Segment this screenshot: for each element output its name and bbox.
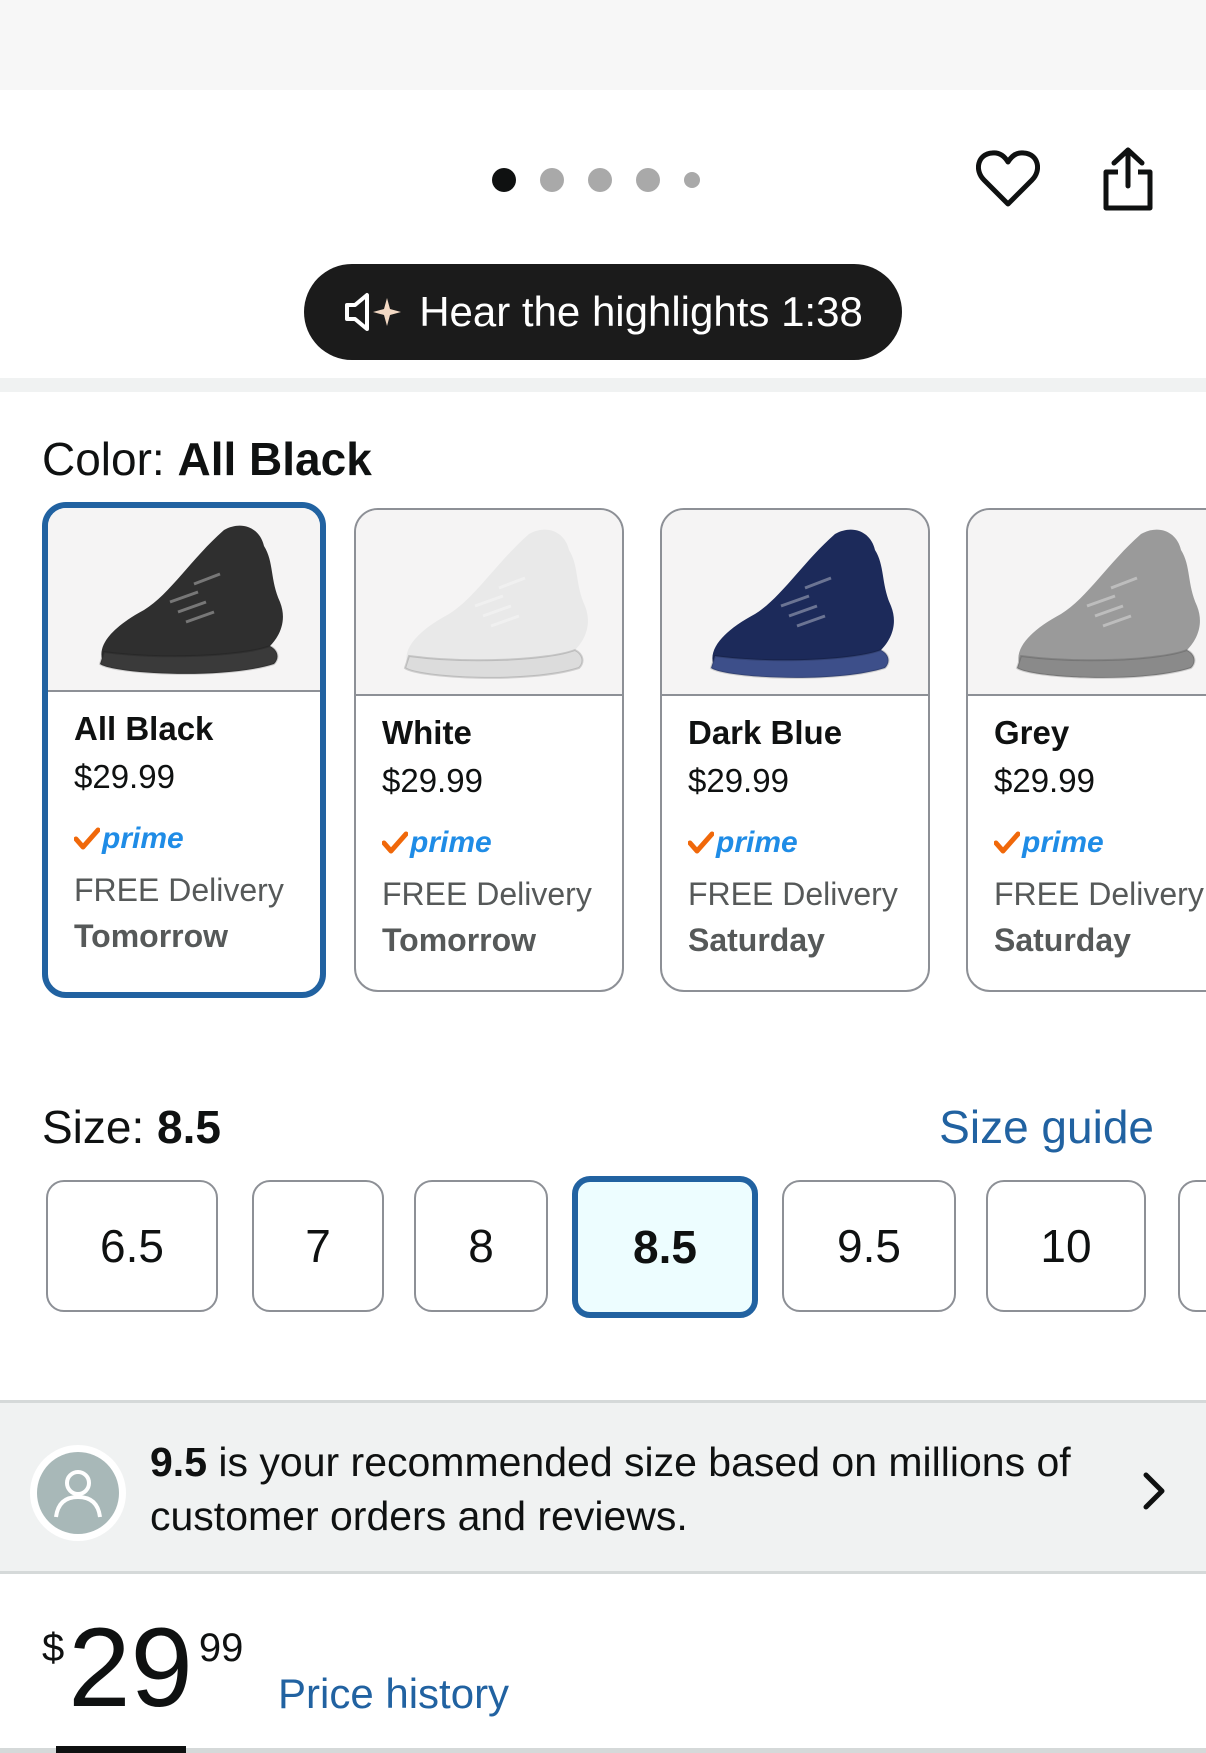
swatch-details: Grey $29.99 prime FREE Delivery Saturday (968, 696, 1206, 959)
shoe-image (48, 508, 320, 692)
selected-size-value: 8.5 (157, 1101, 221, 1153)
swatch-color-name: All Black (74, 710, 214, 747)
swatch-delivery: FREE Delivery (74, 872, 284, 908)
shoe-image (968, 510, 1206, 696)
top-bar (0, 0, 1206, 90)
size-option-8-5[interactable]: 8.5 (572, 1176, 758, 1318)
price-currency-symbol: $ (42, 1626, 65, 1670)
prime-badge: prime (994, 816, 1206, 870)
size-option-7[interactable]: 7 (252, 1180, 384, 1312)
share-icon[interactable] (1098, 146, 1158, 212)
prime-check-icon (688, 831, 714, 855)
recommendation-text: 9.5 is your recommended size based on mi… (150, 1435, 1140, 1543)
carousel-dot-1[interactable] (492, 168, 516, 192)
color-swatch-white[interactable]: White $29.99 prime FREE Delivery Tomorrow (354, 508, 624, 992)
product-price: $ 29 99 (42, 1612, 243, 1724)
swatch-delivery-day: Saturday (688, 922, 825, 958)
person-icon (37, 1452, 119, 1534)
prime-label: prime (1022, 826, 1104, 859)
shoe-image (356, 510, 622, 696)
swatch-price: $29.99 (688, 762, 789, 799)
color-label-prefix: Color: (42, 433, 165, 485)
selected-color-name: All Black (177, 433, 372, 485)
size-option-10[interactable]: 10 (986, 1180, 1146, 1312)
speaker-sparkle-icon (343, 292, 405, 332)
swatch-details: All Black $29.99 prime FREE Delivery Tomorro… (48, 692, 320, 955)
prime-check-icon (994, 831, 1020, 855)
size-option-9-5[interactable]: 9.5 (782, 1180, 956, 1312)
size-label: Size: 8.5 (42, 1100, 221, 1154)
swatch-color-name: Dark Blue (688, 714, 843, 751)
color-swatch-grey[interactable]: Grey $29.99 prime FREE Delivery Saturday (966, 508, 1206, 992)
price-history-link[interactable]: Price history (278, 1670, 509, 1718)
swatch-details: Dark Blue $29.99 prime FREE Delivery Saturda… (662, 696, 928, 959)
bottom-tab-indicator (56, 1746, 186, 1753)
color-swatch-all-black[interactable]: All Black $29.99 prime FREE Delivery Tomorro… (42, 502, 326, 998)
price-whole: 29 (68, 1605, 193, 1730)
color-swatch-list: All Black $29.99 prime FREE Delivery Tomorro… (42, 502, 1206, 1002)
prime-label: prime (102, 822, 184, 855)
carousel-dot-5[interactable] (684, 172, 700, 188)
swatch-delivery: FREE Delivery (382, 876, 592, 912)
prime-badge: prime (74, 812, 320, 866)
hear-highlights-label: Hear the highlights 1:38 (419, 288, 863, 335)
swatch-details: White $29.99 prime FREE Delivery Tomorrow (356, 696, 622, 959)
carousel-dot-3[interactable] (588, 168, 612, 192)
size-option-6-5[interactable]: 6.5 (46, 1180, 218, 1312)
swatch-delivery: FREE Delivery (688, 876, 898, 912)
size-option-list: 6.5 7 8 8.5 9.5 10 (46, 1176, 1206, 1322)
size-guide-link[interactable]: Size guide (939, 1100, 1154, 1154)
swatch-color-name: White (382, 714, 472, 751)
price-fraction: 99 (198, 1626, 244, 1670)
color-label: Color: All Black (42, 432, 372, 486)
swatch-delivery-day: Saturday (994, 922, 1131, 958)
recommended-size-banner[interactable]: 9.5 is your recommended size based on mi… (0, 1400, 1206, 1574)
wishlist-heart-icon[interactable] (976, 146, 1040, 210)
prime-label: prime (716, 826, 798, 859)
hear-highlights-button[interactable]: Hear the highlights 1:38 (304, 264, 902, 360)
prime-label: prime (410, 826, 492, 859)
prime-badge: prime (382, 816, 622, 870)
swatch-price: $29.99 (382, 762, 483, 799)
color-swatch-dark-blue[interactable]: Dark Blue $29.99 prime FREE Delivery Saturda… (660, 508, 930, 992)
image-carousel-dots[interactable] (492, 166, 700, 194)
swatch-color-name: Grey (994, 714, 1070, 751)
size-label-prefix: Size: (42, 1101, 145, 1153)
size-option-next[interactable] (1178, 1180, 1206, 1312)
swatch-delivery: FREE Delivery (994, 876, 1204, 912)
section-divider (0, 378, 1206, 392)
prime-badge: prime (688, 816, 928, 870)
recommended-size: 9.5 (150, 1439, 207, 1485)
avatar (30, 1445, 126, 1541)
carousel-dot-4[interactable] (636, 168, 660, 192)
recommendation-message: is your recommended size based on millio… (150, 1439, 1071, 1539)
size-option-8[interactable]: 8 (414, 1180, 548, 1312)
swatch-delivery-day: Tomorrow (74, 918, 229, 954)
swatch-price: $29.99 (74, 758, 175, 795)
carousel-dot-2[interactable] (540, 168, 564, 192)
swatch-price: $29.99 (994, 762, 1095, 799)
chevron-right-icon (1134, 1469, 1174, 1513)
shoe-image (662, 510, 928, 696)
prime-check-icon (74, 827, 100, 851)
swatch-delivery-day: Tomorrow (382, 922, 537, 958)
prime-check-icon (382, 831, 408, 855)
